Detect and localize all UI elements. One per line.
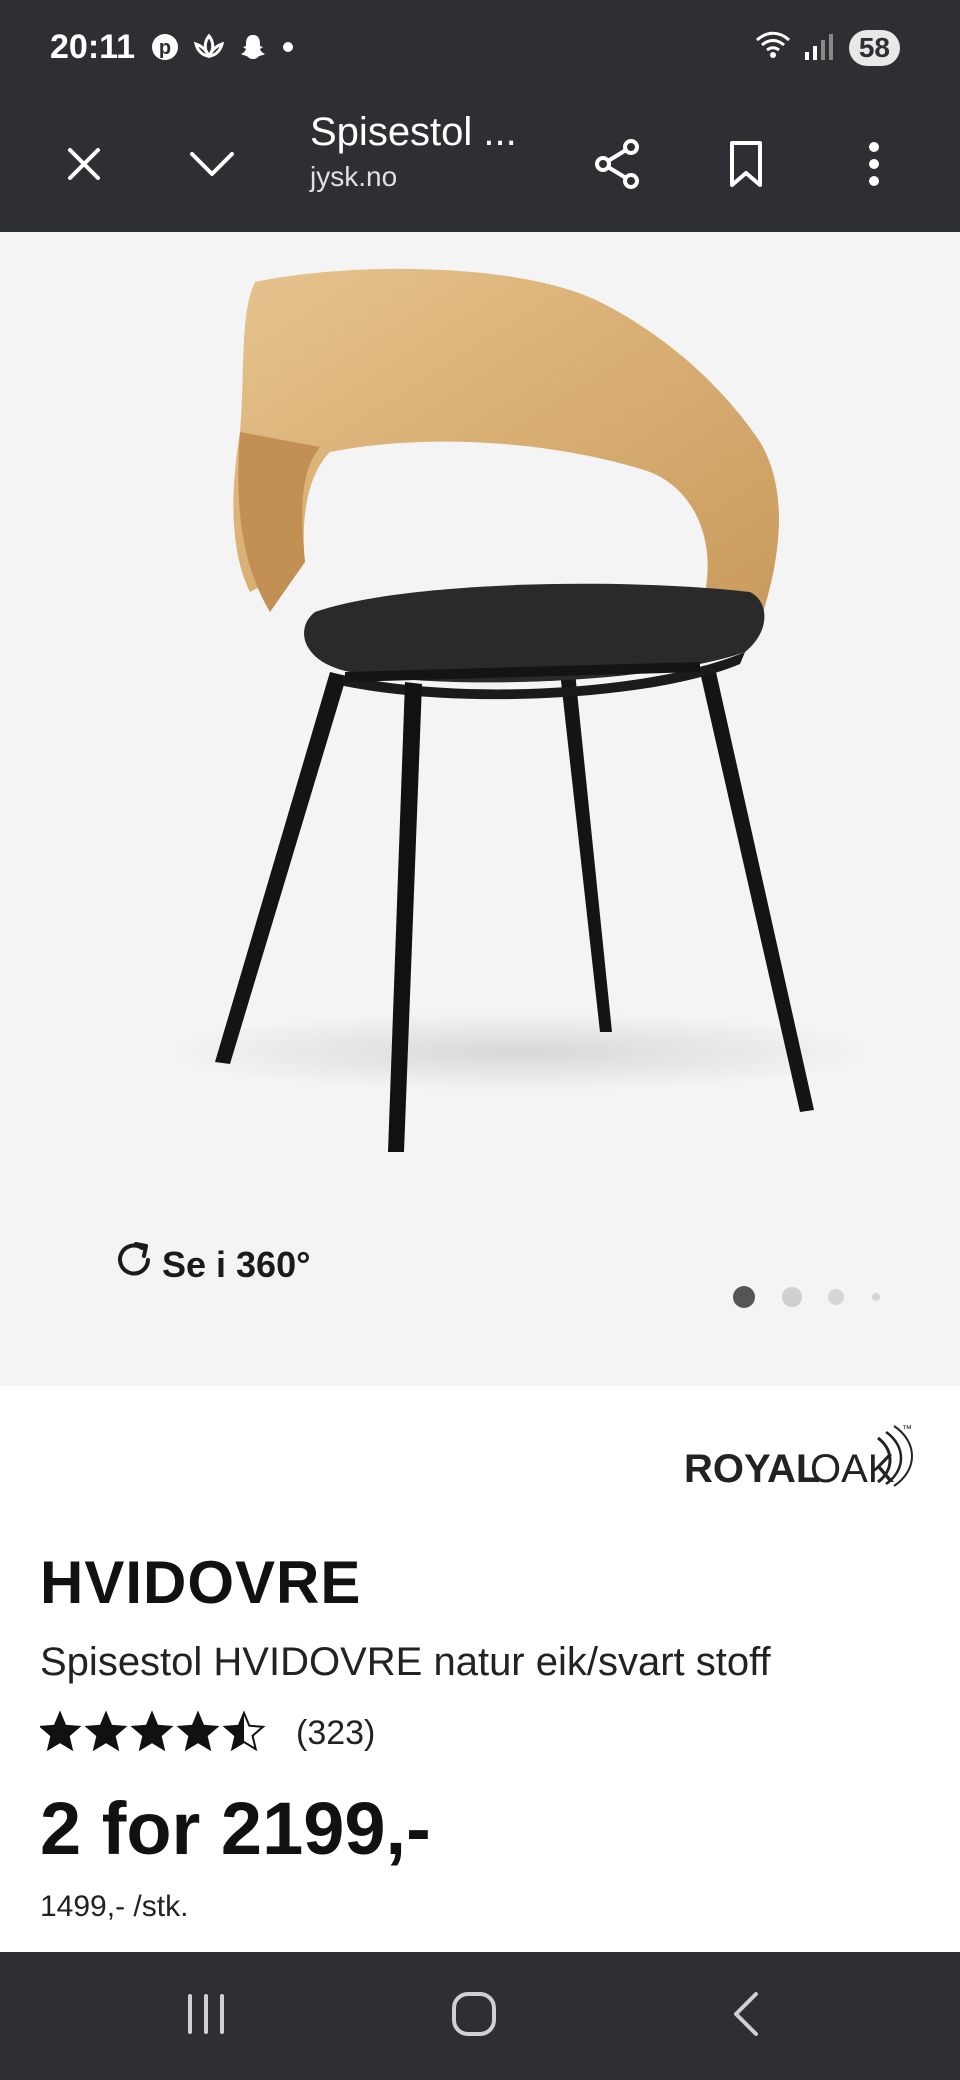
close-button[interactable] [44,126,124,206]
product-subtitle: Spisestol HVIDOVRE natur eik/svart stoff [40,1640,771,1684]
home-button[interactable] [424,1976,524,2056]
lotus-icon [192,32,226,67]
rating-row[interactable]: (323) [40,1710,375,1756]
signal-icon [803,28,839,67]
page-domain: jysk.no [310,161,398,192]
review-count: (323) [296,1713,376,1752]
wifi-icon [753,28,793,67]
page-title: Spisestol ... [310,110,517,154]
carousel-dot-3[interactable] [828,1289,844,1305]
snapchat-icon [238,32,268,67]
carousel-dot-2[interactable] [782,1287,802,1307]
view-360-label: Se i 360° [162,1243,311,1285]
rating-star [176,1710,220,1752]
rating-star [40,1710,82,1752]
back-button[interactable] [696,1976,796,2056]
status-icons-left: p [150,32,296,67]
share-button[interactable] [578,126,658,206]
rating-star [130,1710,174,1752]
back-icon [726,1989,766,2044]
price: 2 for 2199,- [40,1787,431,1870]
chevron-down-icon [187,144,237,189]
svg-text:OAK: OAK [810,1447,895,1491]
dot-icon [280,32,296,67]
svg-text:™: ™ [902,1424,912,1435]
close-icon [64,144,104,189]
recent-apps-button[interactable] [156,1976,256,2056]
minimize-button[interactable] [172,126,252,206]
status-time: 20:11 [50,28,136,66]
bookmark-button[interactable] [706,126,786,206]
home-icon [449,1989,499,2044]
carousel-dot-1[interactable] [733,1286,755,1308]
bookmark-icon [726,139,766,194]
svg-text:p: p [159,37,171,59]
rating-stars [40,1710,266,1752]
carousel-dot-4[interactable] [872,1293,880,1301]
recent-apps-icon [184,1992,228,2041]
more-options-button[interactable] [834,126,914,206]
view-360-button[interactable]: Se i 360° [112,1238,311,1291]
product-image [160,268,880,1152]
battery-badge: 58 [848,29,900,66]
svg-text:ROYAL: ROYAL [684,1447,820,1491]
share-icon [593,137,643,196]
page-title-block[interactable]: Spisestol ... jysk.no [310,110,550,193]
product-name: HVIDOVRE [40,1549,362,1616]
product-image-carousel[interactable]: Se i 360° [0,232,960,1386]
status-icons-right: 58 [753,28,900,67]
status-bar: 20:11 p 58 [0,0,960,100]
pinterest-icon: p [150,32,180,67]
browser-toolbar: Spisestol ... jysk.no [0,100,960,232]
more-vertical-icon [864,139,884,194]
unit-price: 1499,- /stk. [40,1890,189,1923]
carousel-dots [733,1286,880,1308]
rating-star [84,1710,128,1752]
brand-logo: ROYAL OAK ™ [684,1424,913,1491]
rotate-icon [112,1238,156,1291]
rating-star [222,1710,266,1752]
system-nav-bar [0,1952,960,2080]
